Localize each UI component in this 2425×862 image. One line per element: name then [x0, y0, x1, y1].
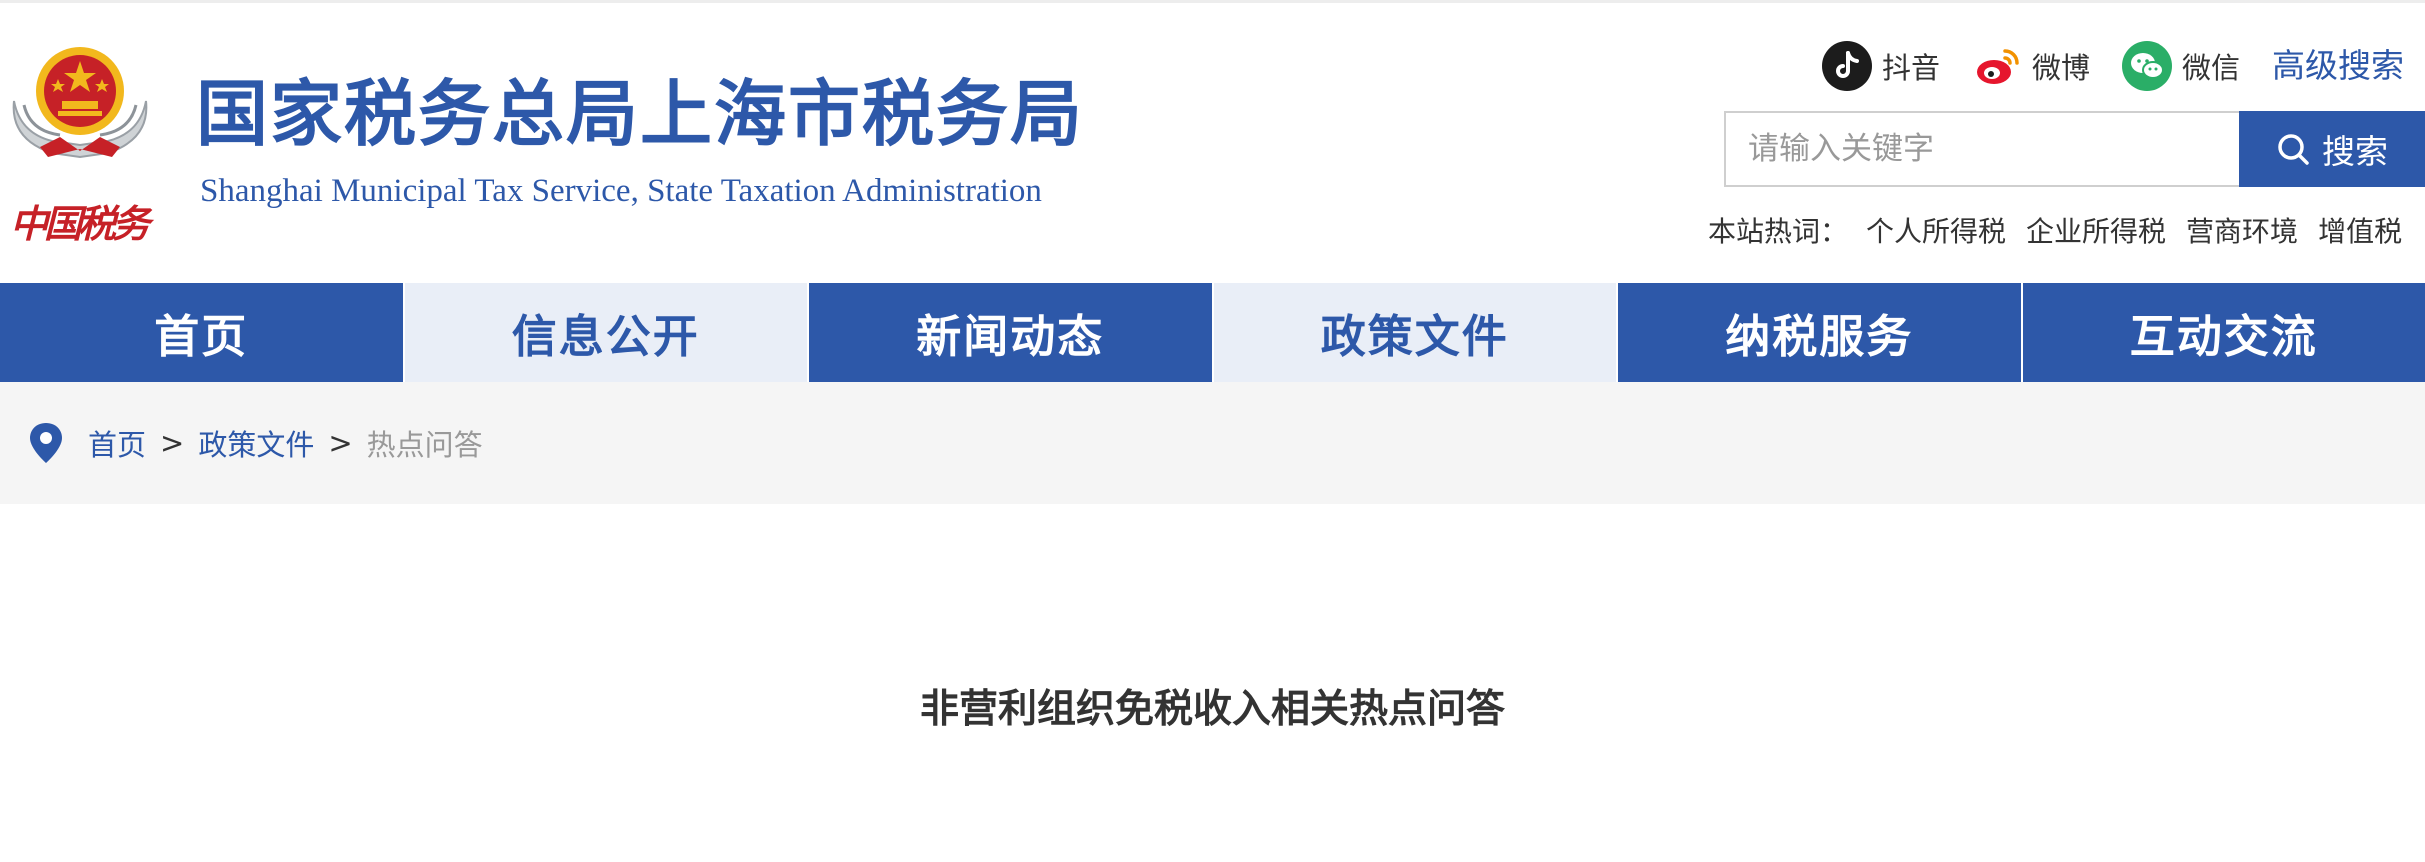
site-header: 中国税务 国家税务总局上海市税务局 Shanghai Municipal Tax… — [0, 3, 2425, 283]
breadcrumb-policy-link[interactable]: 政策文件 — [198, 422, 314, 464]
wechat-label: 微信 — [2182, 51, 2241, 85]
wechat-icon — [2122, 41, 2172, 91]
search-input[interactable] — [1724, 111, 2239, 187]
hot-words: 本站热词： 个人所得税 企业所得税 营商环境 增值税 — [1708, 207, 2402, 253]
breadcrumb-separator: > — [160, 426, 185, 460]
breadcrumb-separator: > — [328, 426, 353, 460]
nav-item-tax-services[interactable]: 纳税服务 — [1618, 283, 2023, 382]
site-title[interactable]: 国家税务总局上海市税务局 — [196, 69, 1084, 159]
advanced-search-link[interactable]: 高级搜索 — [2272, 43, 2404, 89]
breadcrumb-home-link[interactable]: 首页 — [88, 422, 146, 464]
site-title-english[interactable]: Shanghai Municipal Tax Service, State Ta… — [200, 171, 1042, 211]
hot-word-link[interactable]: 企业所得税 — [2026, 210, 2166, 250]
search-button[interactable]: 搜索 — [2239, 111, 2425, 187]
main-nav: 首页 信息公开 新闻动态 政策文件 纳税服务 互动交流 — [0, 283, 2425, 382]
hot-word-link[interactable]: 增值税 — [2318, 210, 2402, 250]
weibo-icon — [1972, 41, 2022, 91]
hot-word-link[interactable]: 个人所得税 — [1866, 210, 2006, 250]
hot-words-label: 本站热词： — [1708, 215, 1849, 248]
breadcrumb-current: 热点问答 — [366, 428, 483, 462]
hot-word-link[interactable]: 营商环境 — [2186, 210, 2298, 250]
national-emblem-icon[interactable] — [0, 35, 160, 165]
nav-item-interaction[interactable]: 互动交流 — [2022, 283, 2425, 382]
location-pin-icon — [30, 423, 62, 463]
nav-item-news[interactable]: 新闻动态 — [809, 283, 1214, 382]
search-button-label: 搜索 — [2322, 132, 2388, 171]
weibo-link[interactable]: 微博 — [1972, 41, 2090, 91]
nav-item-info-disclosure[interactable]: 信息公开 — [404, 283, 809, 382]
douyin-icon — [1822, 41, 1872, 91]
nav-item-policy-documents[interactable]: 政策文件 — [1213, 283, 1618, 382]
breadcrumb: 首页 > 政策文件 > 热点问答 — [0, 382, 2425, 504]
article-title: 非营利组织免税收入相关热点问答 — [919, 687, 1505, 732]
douyin-label: 抖音 — [1882, 51, 1941, 85]
logo-script-text: 中国税务 — [10, 201, 150, 246]
douyin-link[interactable]: 抖音 — [1822, 41, 1940, 91]
wechat-link[interactable]: 微信 — [2122, 41, 2240, 91]
nav-item-home[interactable]: 首页 — [0, 283, 405, 382]
search-icon — [2278, 134, 2309, 165]
weibo-label: 微博 — [2032, 51, 2091, 85]
